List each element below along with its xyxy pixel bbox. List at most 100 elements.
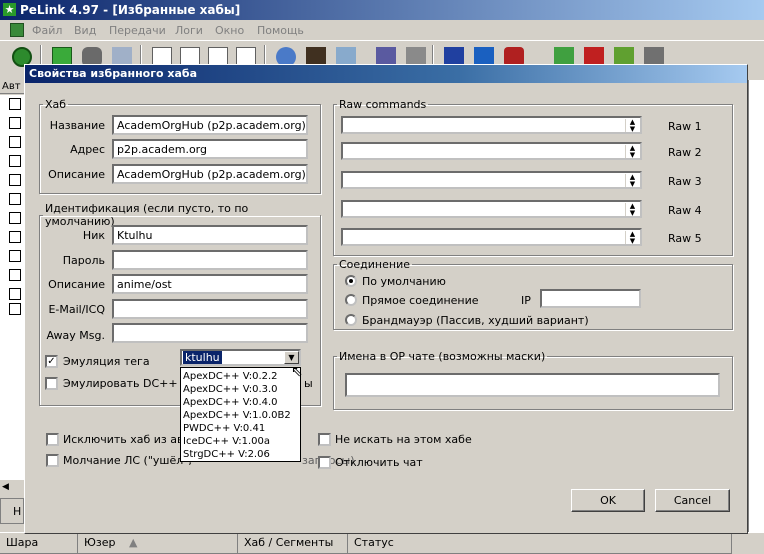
- raw2-input[interactable]: ▲ ▼: [341, 142, 642, 160]
- menu-help[interactable]: Помощь: [257, 24, 304, 37]
- hub-checkbox[interactable]: [9, 269, 21, 281]
- user-description-label: Описание: [48, 278, 105, 291]
- no-search-label: Не искать на этом хабе: [335, 433, 472, 446]
- app-star-icon: ★: [3, 3, 16, 16]
- away-label: Away Msg.: [46, 329, 105, 342]
- hub-checkbox[interactable]: [9, 231, 21, 243]
- firewall-connection-radio[interactable]: [345, 314, 357, 326]
- hub-checkbox[interactable]: [9, 250, 21, 262]
- direct-connection-label: Прямое соединение: [362, 294, 479, 307]
- hub-checkbox[interactable]: [9, 303, 21, 315]
- raw1-input[interactable]: ▲ ▼: [341, 116, 642, 134]
- op-names-legend: Имена в OP чате (возможны маски): [339, 350, 546, 363]
- hub-legend: Хаб: [45, 98, 67, 111]
- hub-checkbox[interactable]: [9, 174, 21, 186]
- hub-checkbox[interactable]: [9, 212, 21, 224]
- nick-label: Ник: [82, 229, 105, 242]
- raw3-input[interactable]: ▲ ▼: [341, 171, 642, 189]
- mdi-app-icon[interactable]: [10, 23, 24, 37]
- ip-label: IP: [521, 294, 531, 307]
- hub-name-input[interactable]: AcademOrgHub (p2p.academ.org): [112, 115, 308, 135]
- pm-silence-label: Молчание ЛС ("ушёл",: [63, 454, 192, 467]
- default-connection-label: По умолчанию: [362, 275, 446, 288]
- column-hub[interactable]: Хаб / Сегменты: [238, 533, 348, 554]
- app-titlebar: PeLink 4.97 - [Избранные хабы]: [0, 0, 764, 20]
- hub-description-label: Описание: [48, 168, 105, 181]
- tag-option[interactable]: ApexDC++ V:0.3.0: [183, 383, 278, 396]
- mouse-cursor-icon: ⇖: [291, 364, 303, 380]
- raw1-spin-icon[interactable]: ▲ ▼: [625, 119, 639, 132]
- raw2-spin-icon[interactable]: ▲ ▼: [625, 145, 639, 158]
- tag-selected-value: ktulhu: [183, 351, 222, 364]
- tag-option[interactable]: StrgDC++ V:2.06: [183, 448, 270, 461]
- column-user[interactable]: Юзер ▲: [78, 533, 238, 554]
- menu-file[interactable]: Файл: [32, 24, 62, 37]
- exclude-autoconnect-checkbox[interactable]: [46, 433, 59, 446]
- raw-commands-legend: Raw commands: [339, 98, 427, 111]
- transfer-header: Шара Юзер ▲ Хаб / Сегменты Статус: [0, 532, 764, 554]
- hub-checkbox[interactable]: [9, 155, 21, 167]
- user-description-input[interactable]: anime/ost: [112, 274, 308, 294]
- tag-option[interactable]: IceDC++ V:1.00a: [183, 435, 270, 448]
- column-share[interactable]: Шара: [0, 533, 78, 554]
- tag-emulation-label: Эмуляция тега: [63, 355, 150, 368]
- menu-view[interactable]: Вид: [74, 24, 96, 37]
- ok-button[interactable]: OK: [571, 489, 645, 512]
- raw4-spin-icon[interactable]: ▲ ▼: [625, 203, 639, 216]
- email-label: E-Mail/ICQ: [48, 303, 105, 316]
- emulate-dc-checkbox[interactable]: [45, 377, 58, 390]
- hub-checkbox[interactable]: [9, 136, 21, 148]
- password-label: Пароль: [62, 254, 105, 267]
- menu-transfers[interactable]: Передачи: [109, 24, 166, 37]
- direct-connection-radio[interactable]: [345, 294, 357, 306]
- disable-chat-checkbox[interactable]: [318, 456, 331, 469]
- ip-input[interactable]: [540, 289, 641, 308]
- hub-properties-dialog: Свойства избранного хаба Хаб Название Ac…: [24, 64, 748, 534]
- hub-name-label: Название: [49, 119, 105, 132]
- tag-option[interactable]: ApexDC++ V:1.0.0B2: [183, 409, 291, 422]
- pm-silence-checkbox[interactable]: [46, 454, 59, 467]
- column-status[interactable]: Статус: [348, 533, 732, 554]
- hub-address-input[interactable]: p2p.academ.org: [112, 139, 308, 159]
- tag-option[interactable]: ApexDC++ V:0.4.0: [183, 396, 278, 409]
- horizontal-scrollbar[interactable]: ◀: [0, 480, 24, 496]
- tag-emulation-checkbox[interactable]: ✓: [45, 355, 58, 368]
- menu-logs[interactable]: Логи: [175, 24, 203, 37]
- password-input[interactable]: [112, 250, 308, 270]
- raw5-spin-icon[interactable]: ▲ ▼: [625, 231, 639, 244]
- cancel-button[interactable]: Cancel: [655, 489, 730, 512]
- raw5-input[interactable]: ▲ ▼: [341, 228, 642, 246]
- raw4-input[interactable]: ▲ ▼: [341, 200, 642, 218]
- dialog-title: Свойства избранного хаба: [25, 65, 747, 83]
- tag-option[interactable]: PWDC++ V:0.41: [183, 422, 265, 435]
- raw3-spin-icon[interactable]: ▲ ▼: [625, 174, 639, 187]
- emulate-dc-label: Эмулировать DC++ на: [63, 377, 196, 390]
- default-connection-radio[interactable]: [345, 275, 357, 287]
- disable-chat-label: Отключить чат: [335, 456, 423, 469]
- hub-checkbox[interactable]: [9, 193, 21, 205]
- chevron-down-icon[interactable]: ▼: [284, 351, 299, 364]
- away-input[interactable]: [112, 323, 308, 343]
- hub-checkbox[interactable]: [9, 117, 21, 129]
- op-names-input[interactable]: [345, 373, 720, 397]
- tag-select[interactable]: ktulhu ▼: [180, 349, 301, 366]
- auto-column-header[interactable]: Авт: [0, 80, 24, 94]
- sort-asc-icon: ▲: [128, 536, 138, 549]
- no-search-checkbox[interactable]: [318, 433, 331, 446]
- exclude-autoconnect-label: Исключить хаб из авто: [63, 433, 197, 446]
- nick-input[interactable]: Ktulhu: [112, 225, 308, 245]
- email-input[interactable]: [112, 299, 308, 319]
- hub-tab[interactable]: Н: [0, 498, 24, 524]
- connection-legend: Соединение: [339, 258, 411, 271]
- favorites-list: [0, 95, 24, 480]
- tag-options-list: ApexDC++ V:0.2.2 ApexDC++ V:0.3.0 ApexDC…: [180, 367, 301, 462]
- tag-option[interactable]: ApexDC++ V:0.2.2: [183, 370, 278, 383]
- hub-checkbox[interactable]: [9, 98, 21, 110]
- hub-checkbox[interactable]: [9, 288, 21, 300]
- hub-description-input[interactable]: AcademOrgHub (p2p.academ.org): [112, 164, 308, 184]
- window-title: PeLink 4.97 - [Избранные хабы]: [20, 3, 241, 17]
- hub-address-label: Адрес: [70, 143, 105, 156]
- scroll-left-icon[interactable]: ◀: [2, 482, 9, 492]
- right-scrollbar[interactable]: [748, 80, 764, 535]
- menu-window[interactable]: Окно: [215, 24, 244, 37]
